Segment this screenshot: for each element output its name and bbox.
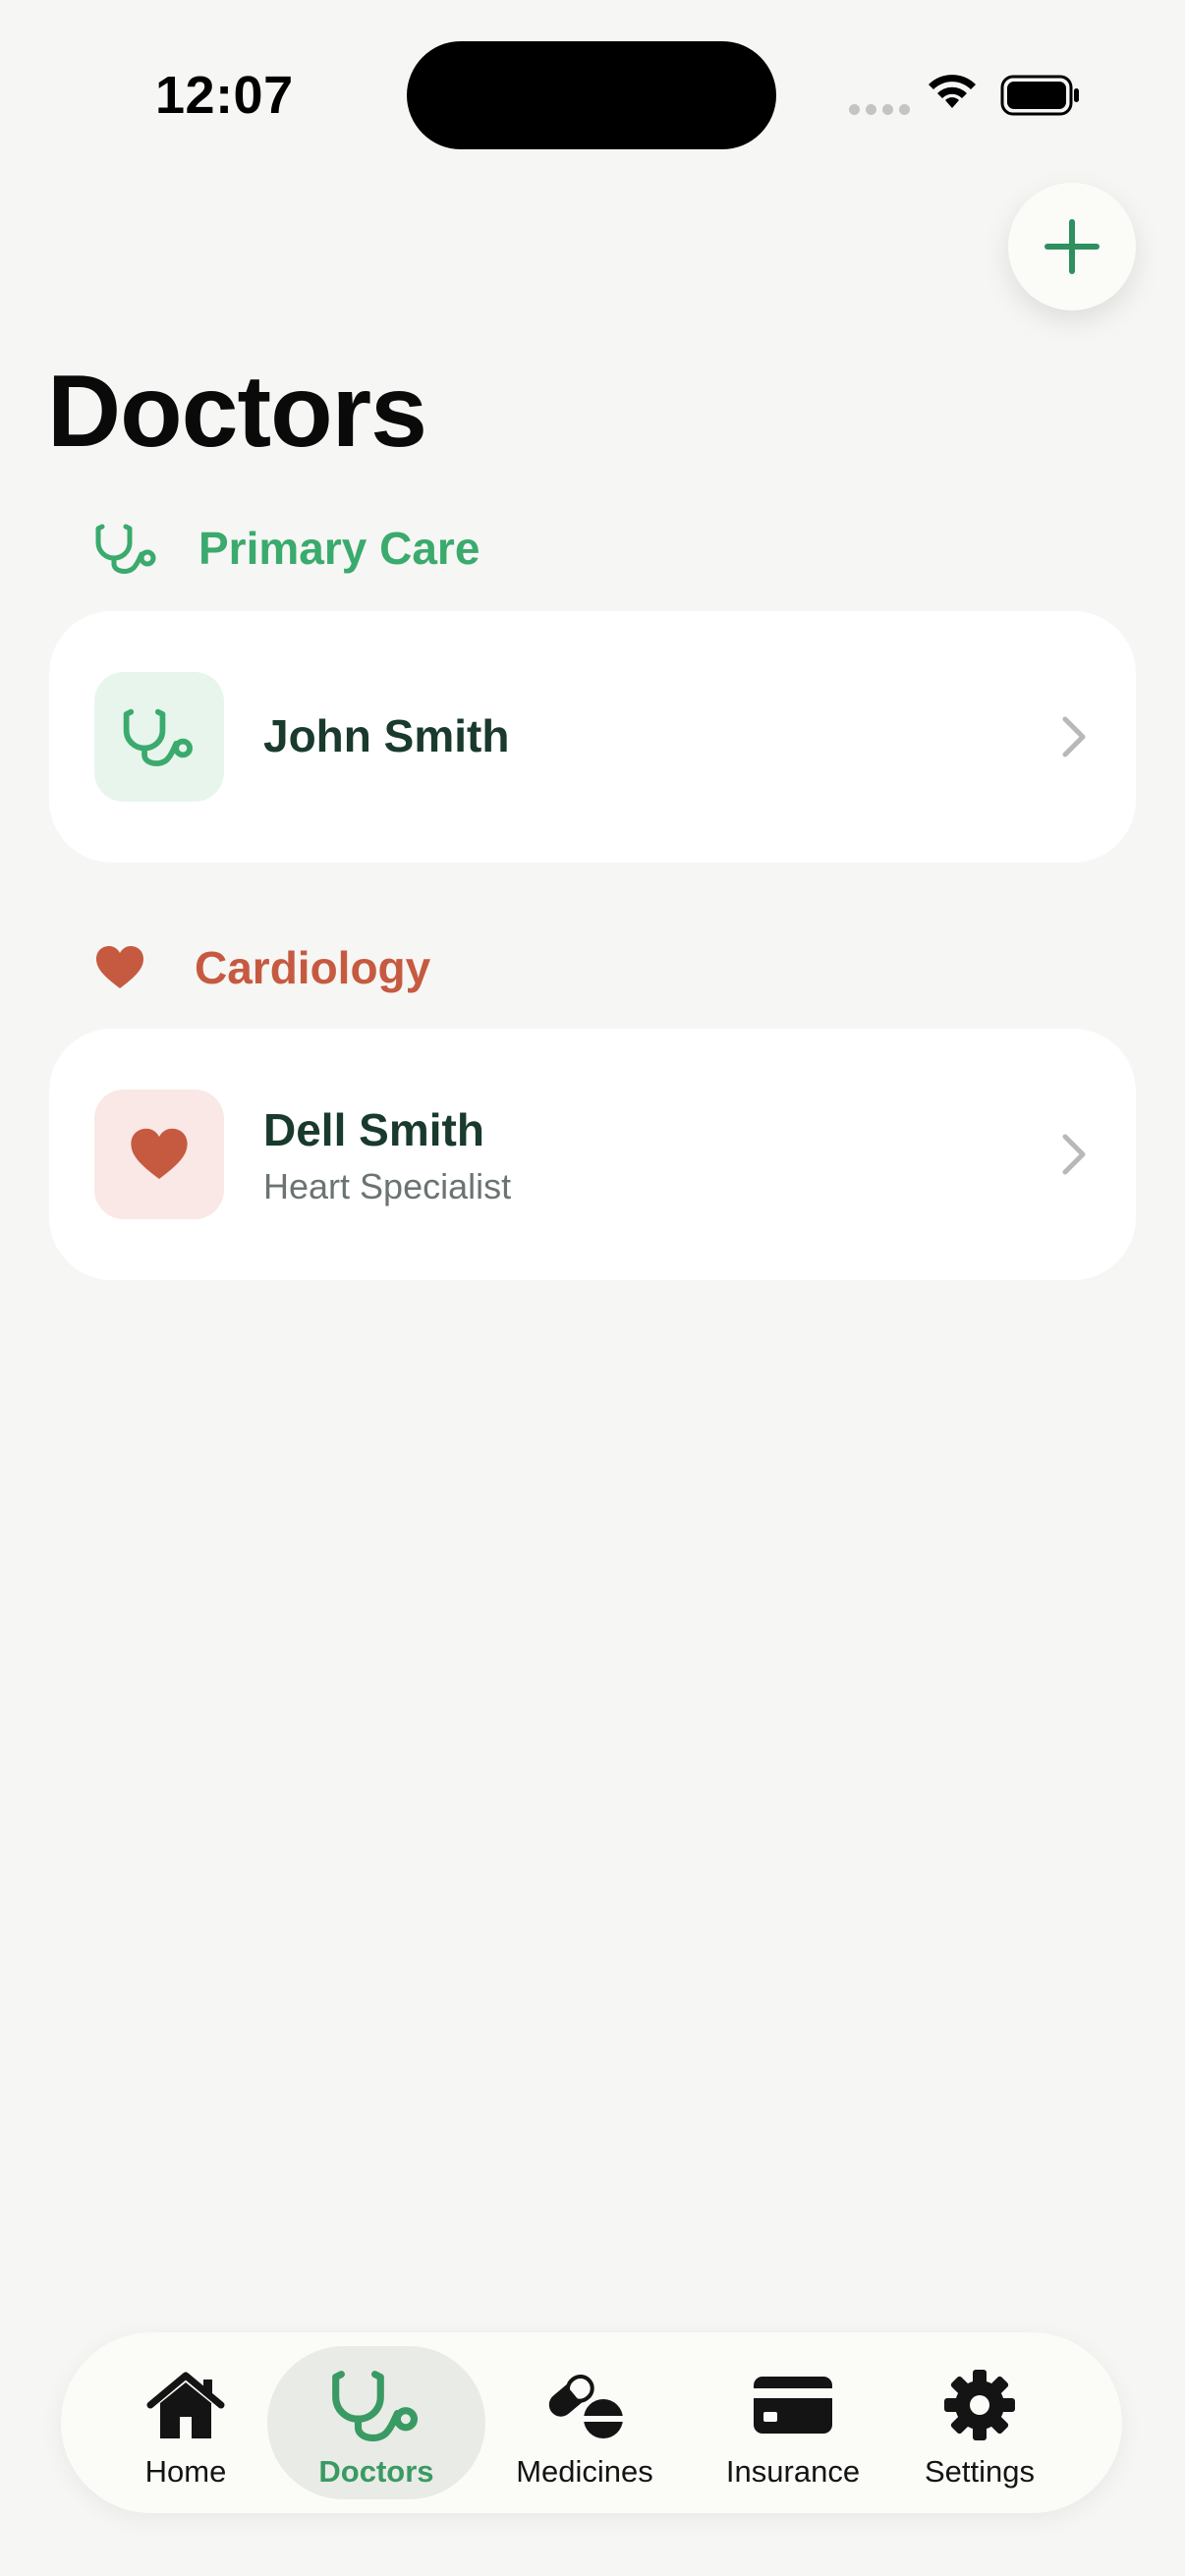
chevron-right-icon: [1062, 716, 1086, 757]
section-label: Cardiology: [195, 942, 431, 993]
doctor-specialty: Heart Specialist: [263, 1166, 512, 1206]
cellular-signal-icon: [849, 104, 910, 115]
chevron-right-icon: [1062, 1134, 1086, 1175]
doctor-avatar: [94, 672, 224, 802]
doctor-name: John Smith: [263, 710, 510, 761]
wifi-icon: [929, 75, 976, 108]
stethoscope-icon: [332, 2371, 419, 2441]
section-header-cardiology: Cardiology: [94, 941, 430, 994]
stethoscope-icon: [95, 524, 156, 574]
doctor-avatar: [94, 1090, 224, 1219]
tab-label: Insurance: [725, 2454, 861, 2489]
tab-medicines[interactable]: Medicines: [493, 2346, 676, 2499]
tab-label: Home: [144, 2454, 227, 2489]
page-title: Doctors: [47, 355, 427, 469]
gear-icon: [944, 2370, 1015, 2440]
doctor-card-dell-smith[interactable]: Dell Smith Heart Specialist: [49, 1029, 1136, 1280]
stethoscope-icon: [123, 708, 193, 766]
doctor-name: Dell Smith: [263, 1104, 484, 1155]
tab-label: Doctors: [318, 2454, 434, 2489]
heart-icon: [131, 1128, 188, 1180]
add-doctor-button[interactable]: [1008, 183, 1136, 310]
credit-card-icon: [754, 2377, 832, 2434]
dynamic-island: [407, 41, 776, 149]
status-time: 12:07: [155, 66, 294, 125]
tab-doctors[interactable]: Doctors: [267, 2346, 485, 2499]
tab-label: Settings: [924, 2454, 1035, 2489]
tab-settings[interactable]: Settings: [906, 2346, 1053, 2499]
tab-label: Medicines: [516, 2454, 653, 2489]
house-icon: [146, 2372, 225, 2438]
plus-icon: [1044, 219, 1100, 274]
section-label: Primary Care: [198, 523, 480, 574]
tab-bar: Home Doctors Medicines Insurance Setting…: [61, 2332, 1122, 2513]
tab-insurance[interactable]: Insurance: [709, 2346, 876, 2499]
heart-icon: [96, 946, 143, 988]
doctor-card-john-smith[interactable]: John Smith: [49, 611, 1136, 863]
battery-icon: [1000, 75, 1079, 116]
tab-home[interactable]: Home: [120, 2346, 252, 2499]
pills-icon: [548, 2375, 625, 2438]
section-header-primary-care: Primary Care: [94, 521, 480, 576]
